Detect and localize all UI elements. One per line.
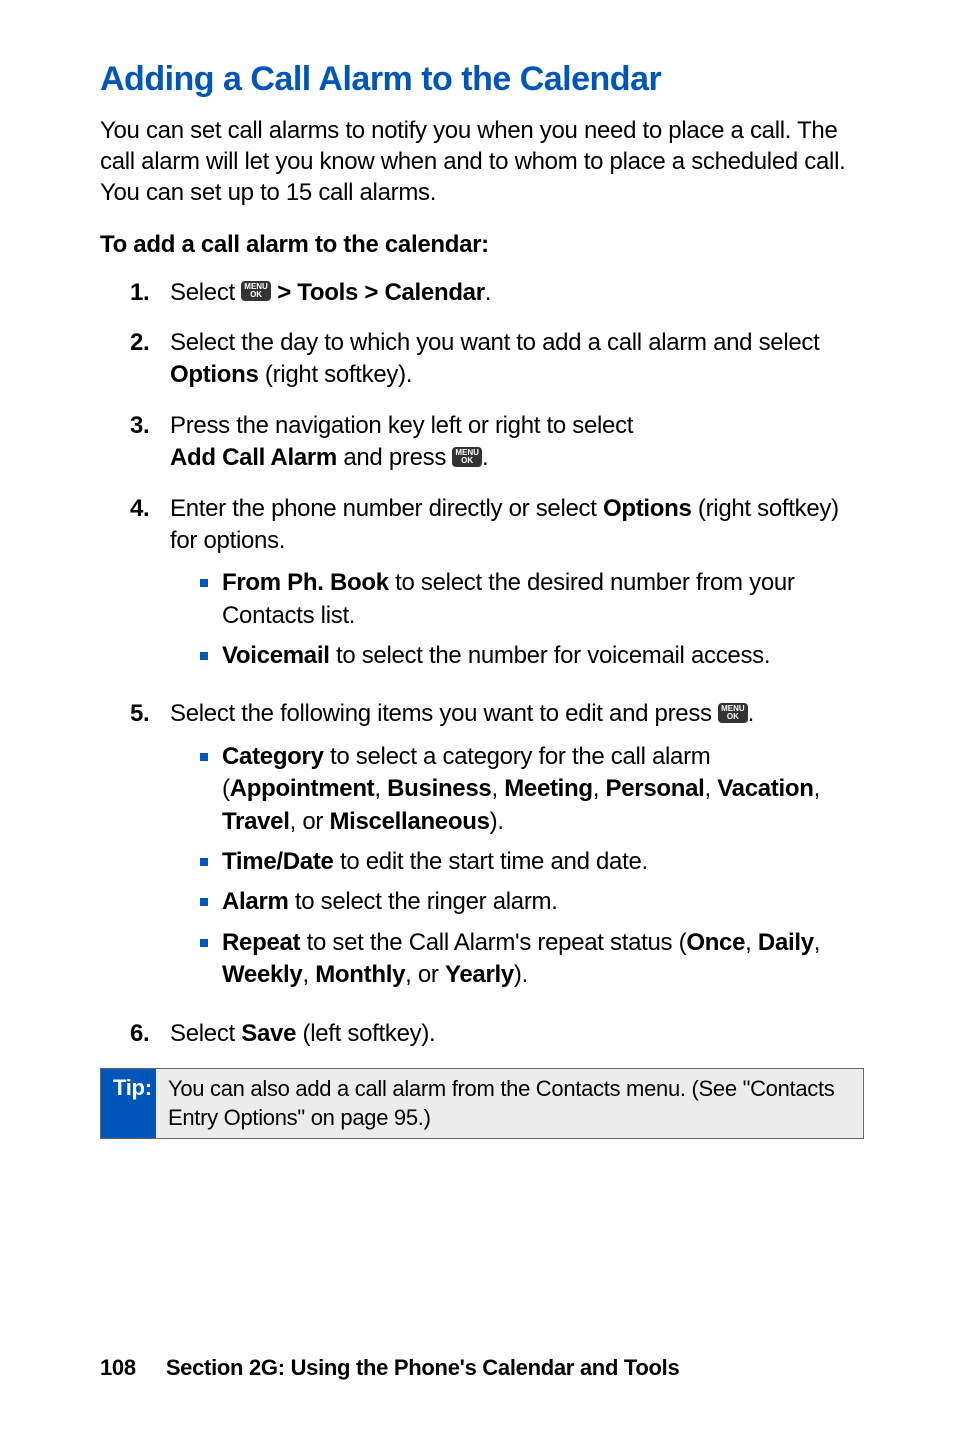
- sub-bold: Personal: [606, 775, 705, 802]
- step-number: 6.: [130, 1018, 170, 1050]
- sub-text: to select the number for voicemail acces…: [330, 642, 771, 669]
- intro-paragraph: You can set call alarms to notify you wh…: [100, 115, 864, 209]
- step-body: Select Save (left softkey).: [170, 1018, 864, 1050]
- sub-bold: Vacation: [717, 775, 813, 802]
- sub-bold: Appointment: [230, 775, 375, 802]
- step-body: Press the navigation key left or right t…: [170, 410, 864, 475]
- step-1: 1. Select MENUOK > Tools > Calendar.: [130, 277, 864, 309]
- step-bold: Add Call Alarm: [170, 444, 337, 471]
- sub-bold: Travel: [222, 808, 290, 835]
- step-text: Press the navigation key left or right t…: [170, 412, 633, 439]
- step-text: and press: [337, 444, 452, 471]
- step-bold: > Tools > Calendar: [271, 279, 485, 306]
- sub-bold: Time/Date: [222, 848, 334, 875]
- sub-bold: Once: [686, 929, 745, 956]
- menu-ok-key-icon: MENUOK: [718, 703, 748, 723]
- page-heading: Adding a Call Alarm to the Calendar: [100, 60, 864, 99]
- step-body: Select the following items you want to e…: [170, 698, 864, 999]
- step-number: 5.: [130, 698, 170, 999]
- sub-text: ,: [491, 775, 504, 802]
- section-title: Section 2G: Using the Phone's Calendar a…: [166, 1355, 680, 1380]
- sub-bold: Daily: [758, 929, 814, 956]
- sub-text: , or: [290, 808, 330, 835]
- sub-bold: Repeat: [222, 929, 300, 956]
- sub-item: Repeat to set the Call Alarm's repeat st…: [200, 927, 864, 992]
- sub-text: to set the Call Alarm's repeat status (: [300, 929, 686, 956]
- procedure-subhead: To add a call alarm to the calendar:: [100, 231, 864, 259]
- sub-list: From Ph. Book to select the desired numb…: [200, 567, 864, 672]
- sub-bold: From Ph. Book: [222, 569, 389, 596]
- tip-box: Tip: You can also add a call alarm from …: [100, 1068, 864, 1139]
- step-number: 1.: [130, 277, 170, 309]
- sub-text: ,: [745, 929, 758, 956]
- step-3: 3. Press the navigation key left or righ…: [130, 410, 864, 475]
- menu-ok-key-icon: MENUOK: [452, 447, 482, 467]
- sub-text: ).: [490, 808, 504, 835]
- manual-page: Adding a Call Alarm to the Calendar You …: [0, 0, 954, 1431]
- sub-item: Time/Date to edit the start time and dat…: [200, 846, 864, 878]
- step-6: 6. Select Save (left softkey).: [130, 1018, 864, 1050]
- tip-label: Tip:: [101, 1069, 156, 1138]
- sub-item: Voicemail to select the number for voice…: [200, 640, 864, 672]
- step-text: Select: [170, 1020, 241, 1047]
- sub-bold: Voicemail: [222, 642, 330, 669]
- sub-bold: Alarm: [222, 888, 289, 915]
- step-text: .: [482, 444, 488, 471]
- step-text: Select the day to which you want to add …: [170, 329, 819, 356]
- step-number: 3.: [130, 410, 170, 475]
- sub-item: From Ph. Book to select the desired numb…: [200, 567, 864, 632]
- tip-text: You can also add a call alarm from the C…: [156, 1069, 863, 1138]
- step-4: 4. Enter the phone number directly or se…: [130, 493, 864, 681]
- sub-bold: Monthly: [315, 961, 405, 988]
- sub-item: Alarm to select the ringer alarm.: [200, 886, 864, 918]
- sub-text: ,: [705, 775, 718, 802]
- sub-bold: Category: [222, 743, 324, 770]
- step-text: .: [748, 700, 754, 727]
- sub-text: to edit the start time and date.: [334, 848, 648, 875]
- sub-text: , or: [405, 961, 445, 988]
- step-text: Enter the phone number directly or selec…: [170, 495, 603, 522]
- step-body: Select MENUOK > Tools > Calendar.: [170, 277, 864, 309]
- step-number: 2.: [130, 327, 170, 392]
- sub-bold: Meeting: [504, 775, 593, 802]
- menu-ok-key-icon: MENUOK: [241, 281, 271, 301]
- sub-text: ,: [302, 961, 315, 988]
- page-number: 108: [100, 1355, 136, 1380]
- step-bold: Options: [170, 361, 259, 388]
- sub-bold: Business: [387, 775, 491, 802]
- page-footer: 108 Section 2G: Using the Phone's Calenda…: [100, 1355, 679, 1381]
- step-text: Select: [170, 279, 241, 306]
- step-text: .: [485, 279, 491, 306]
- sub-bold: Yearly: [445, 961, 514, 988]
- sub-text: ,: [814, 929, 820, 956]
- step-2: 2. Select the day to which you want to a…: [130, 327, 864, 392]
- step-text: (left softkey).: [296, 1020, 435, 1047]
- sub-text: ).: [514, 961, 528, 988]
- step-5: 5. Select the following items you want t…: [130, 698, 864, 999]
- sub-bold: Miscellaneous: [329, 808, 489, 835]
- sub-bold: Weekly: [222, 961, 302, 988]
- step-text: Select the following items you want to e…: [170, 700, 718, 727]
- step-bold: Save: [241, 1020, 296, 1047]
- step-body: Select the day to which you want to add …: [170, 327, 864, 392]
- step-number: 4.: [130, 493, 170, 681]
- steps-list: 1. Select MENUOK > Tools > Calendar. 2. …: [100, 277, 864, 1050]
- sub-text: ,: [814, 775, 820, 802]
- sub-text: ,: [593, 775, 606, 802]
- step-text: (right softkey).: [259, 361, 413, 388]
- sub-text: to select the ringer alarm.: [289, 888, 558, 915]
- sub-item: Category to select a category for the ca…: [200, 741, 864, 838]
- sub-text: ,: [374, 775, 387, 802]
- step-bold: Options: [603, 495, 692, 522]
- step-body: Enter the phone number directly or selec…: [170, 493, 864, 681]
- sub-list: Category to select a category for the ca…: [200, 741, 864, 992]
